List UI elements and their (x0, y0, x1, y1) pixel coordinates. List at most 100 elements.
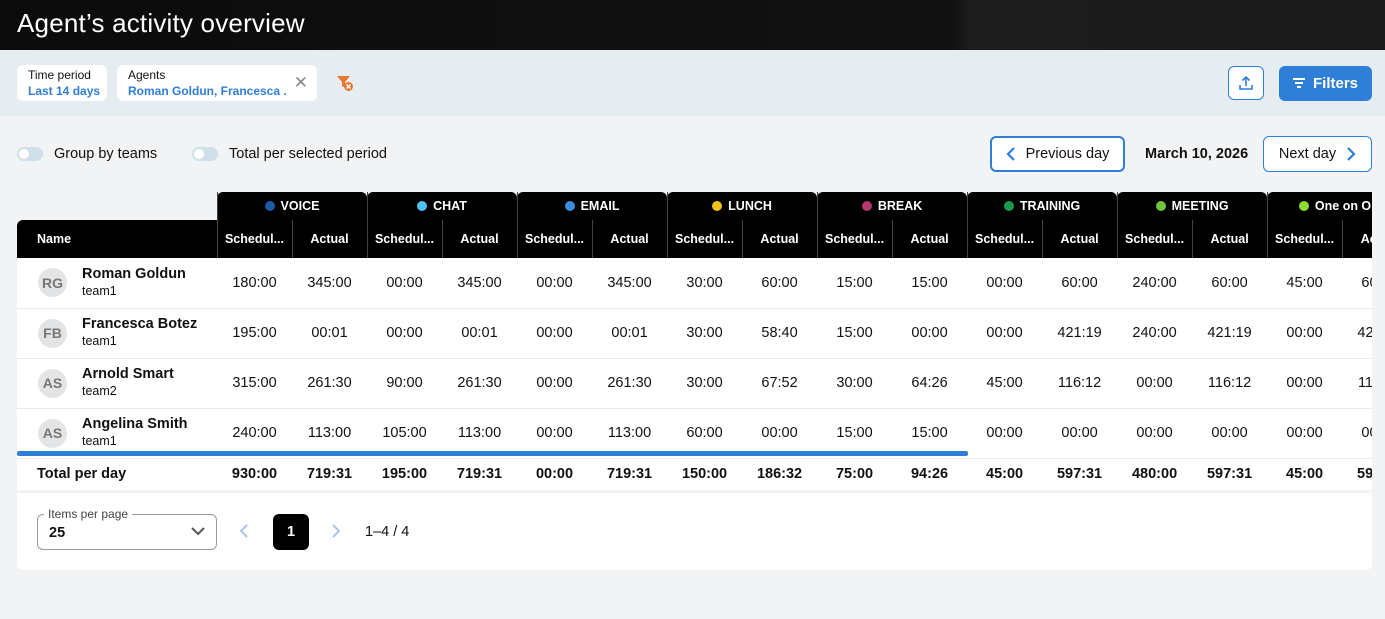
upload-icon (1239, 75, 1253, 90)
total-per-period-toggle[interactable]: Total per selected period (192, 146, 387, 162)
activity-table-grid: VOICE CHAT EMAIL LUNCH BREAK TRAINING MEETING O… (17, 192, 1372, 490)
close-icon[interactable]: ✕ (294, 73, 308, 93)
category-label: One on One (1314, 199, 1372, 213)
filter-clear-icon[interactable] (336, 74, 354, 92)
table-cell: 30:00 (667, 358, 743, 409)
current-date: March 10, 2026 (1145, 146, 1249, 162)
category-header: EMAIL (516, 192, 668, 220)
agent-team: team2 (82, 384, 117, 398)
total-cell: 195:00 (367, 458, 442, 490)
filters-button[interactable]: Filters (1279, 66, 1372, 101)
toggle-switch[interactable] (192, 147, 218, 161)
group-by-teams-toggle[interactable]: Group by teams (17, 146, 157, 162)
items-per-page-value: 25 (49, 525, 66, 541)
actual-column-header[interactable]: Actual (891, 220, 968, 258)
table-cell: 00:00 (517, 258, 593, 309)
agent-name: Roman Goldun (82, 265, 186, 282)
table-cell: 60:00 (1192, 258, 1268, 309)
total-cell: 00:00 (517, 458, 593, 490)
scheduled-column-header[interactable]: Schedul... (1266, 220, 1343, 258)
name-column-header[interactable]: Name (17, 220, 217, 258)
agent-team: team1 (82, 334, 117, 348)
table-cell: 116:12 (1042, 358, 1118, 409)
table-cell: 345:00 (442, 258, 518, 309)
table-cell: 00:01 (442, 308, 518, 359)
avatar: RG (38, 268, 67, 298)
table-cell: 00:00 (1117, 358, 1193, 409)
total-per-period-label: Total per selected period (229, 146, 387, 162)
horizontal-scrollbar[interactable] (17, 451, 968, 456)
category-header: CHAT (366, 192, 518, 220)
scheduled-column-header[interactable]: Schedul... (816, 220, 893, 258)
table-cell: 240:00 (1117, 308, 1193, 359)
toggle-switch[interactable] (17, 147, 43, 161)
total-cell: 597:31 (1342, 458, 1372, 490)
total-row: Total per day 930:00 719:31 195:00 719:31 00:… (17, 458, 1372, 490)
agent-team: team1 (82, 434, 117, 448)
table-cell: 00:00 (967, 308, 1043, 359)
actual-column-header[interactable]: Actual (741, 220, 818, 258)
table-cell: 00:00 (1042, 408, 1118, 459)
chevron-right-icon (1347, 147, 1356, 161)
table-cell: 90:00 (367, 358, 442, 409)
previous-day-button[interactable]: Previous day (990, 136, 1125, 172)
total-cell: 75:00 (817, 458, 893, 490)
table-cell: 30:00 (817, 358, 893, 409)
table-cell: 116:12 (1192, 358, 1268, 409)
table-cell: 00:00 (1267, 358, 1343, 409)
total-cell: 597:31 (1042, 458, 1118, 490)
scheduled-column-header[interactable]: Schedul... (1116, 220, 1193, 258)
page-number-button[interactable]: 1 (273, 514, 309, 550)
actual-column-header[interactable]: Actual (441, 220, 518, 258)
actual-column-header[interactable]: Actual (591, 220, 668, 258)
category-label: VOICE (280, 199, 320, 213)
table-cell: 116:12 (1342, 358, 1372, 409)
scheduled-column-header[interactable]: Schedul... (666, 220, 743, 258)
scheduled-column-header[interactable]: Schedul... (966, 220, 1043, 258)
category-color-dot (417, 201, 428, 211)
scheduled-column-header[interactable]: Schedul... (216, 220, 292, 258)
avatar: AS (38, 368, 67, 398)
agents-chip[interactable]: Agents Roman Goldun, Francesca ... ✕ (117, 65, 317, 101)
next-page-icon[interactable] (331, 523, 341, 539)
table-cell: 00:00 (892, 308, 968, 359)
previous-day-label: Previous day (1025, 146, 1110, 162)
table-cell: 30:00 (667, 258, 743, 309)
scheduled-column-header[interactable]: Schedul... (516, 220, 593, 258)
table-row: RG Roman Goldun team1 180:00 345:00 00:00 345:… (17, 258, 1372, 309)
actual-column-header[interactable]: Actual (1041, 220, 1118, 258)
agent-name: Angelina Smith (82, 416, 188, 432)
actual-column-header[interactable]: Actual (1191, 220, 1268, 258)
category-label: BREAK (877, 199, 923, 213)
category-header-row: VOICE CHAT EMAIL LUNCH BREAK TRAINING MEETING O… (17, 192, 1372, 220)
agents-label: Agents (128, 68, 166, 82)
table-cell: 58:40 (742, 308, 818, 359)
category-label: LUNCH (728, 199, 772, 213)
category-label: TRAINING (1019, 199, 1081, 213)
table-cell: 261:30 (292, 358, 367, 409)
export-button[interactable] (1228, 66, 1264, 100)
time-period-chip[interactable]: Time period Last 14 days (17, 65, 107, 101)
table-cell: 345:00 (292, 258, 367, 309)
items-per-page-select[interactable]: Items per page 25 (37, 507, 217, 550)
table-cell: 00:00 (1342, 408, 1372, 459)
category-header: VOICE (216, 192, 367, 220)
category-color-dot (1003, 201, 1014, 211)
category-header: LUNCH (666, 192, 818, 220)
total-cell: 94:26 (892, 458, 968, 490)
agent-cell: FB Francesca Botez team1 (17, 308, 217, 359)
actual-column-header[interactable]: Actual (291, 220, 367, 258)
total-cell: 930:00 (217, 458, 292, 490)
category-color-dot (564, 201, 575, 211)
table-cell: 261:30 (592, 358, 668, 409)
previous-page-icon[interactable] (239, 523, 249, 539)
table-cell: 60:00 (1042, 258, 1118, 309)
table-cell: 421:19 (1192, 308, 1268, 359)
column-header-row: Name Schedul... Actual Schedul... Actual Sche… (17, 220, 1372, 258)
table-cell: 15:00 (817, 308, 893, 359)
scheduled-column-header[interactable]: Schedul... (366, 220, 442, 258)
table-cell: 15:00 (892, 258, 968, 309)
next-day-button[interactable]: Next day (1263, 136, 1372, 172)
table-cell: 00:00 (1117, 408, 1193, 459)
actual-column-header[interactable]: Actual (1341, 220, 1372, 258)
